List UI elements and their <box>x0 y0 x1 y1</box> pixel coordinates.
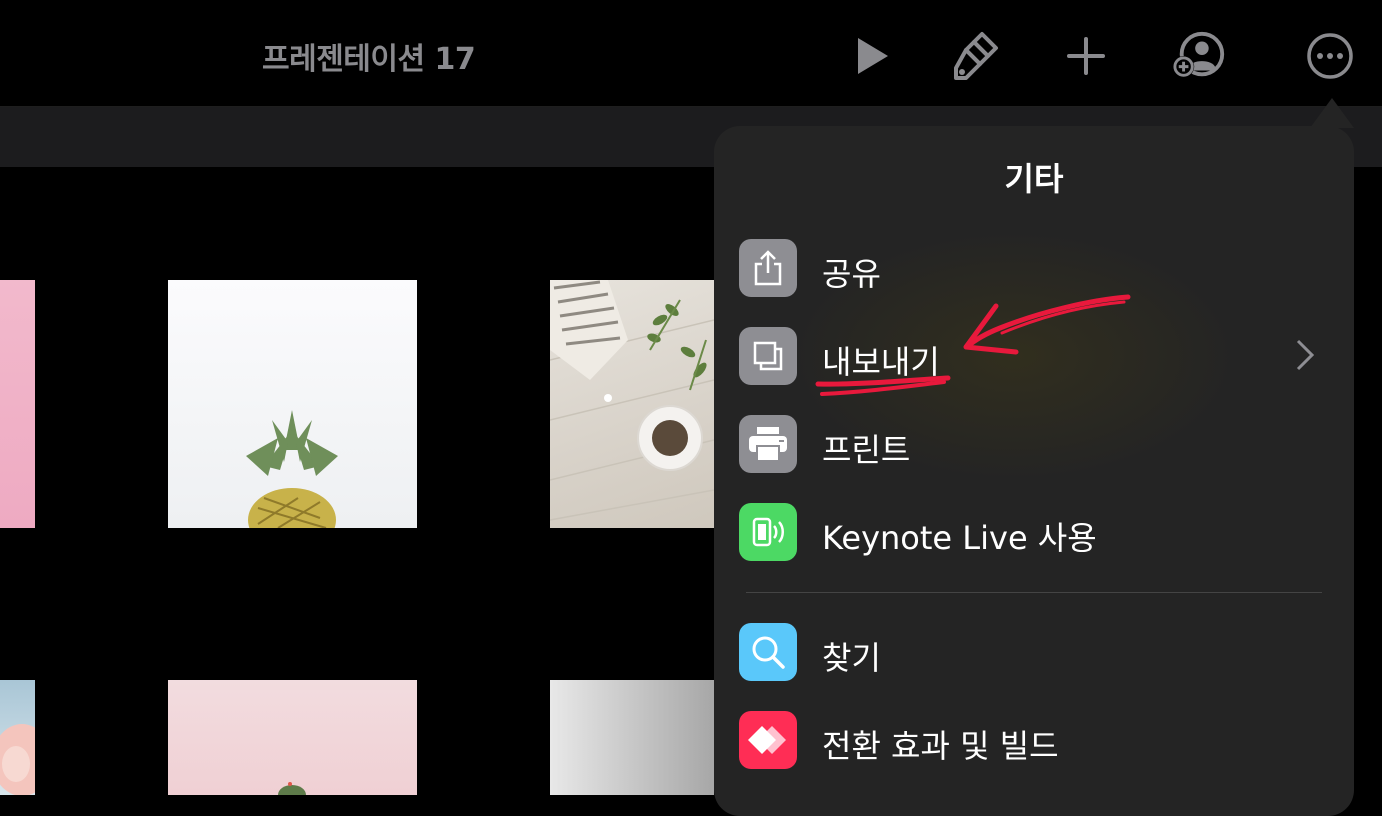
export-icon <box>739 327 797 385</box>
search-icon <box>739 623 797 681</box>
slide-thumbnail[interactable] <box>0 680 35 795</box>
transitions-icon <box>739 711 797 769</box>
menu-item-label: 공유 <box>822 255 881 293</box>
menu-item-share[interactable]: 공유 <box>739 236 1339 300</box>
share-icon <box>739 239 797 297</box>
flower-image <box>0 724 35 795</box>
cactus-image <box>278 782 306 795</box>
toolbar: 프레젠테이션 17 <box>0 0 1382 107</box>
document-title[interactable]: 프레젠테이션 17 <box>262 34 476 78</box>
menu-item-transitions[interactable]: 전환 효과 및 빌드 <box>739 708 1339 772</box>
menu-item-label: 프린트 <box>822 431 911 469</box>
menu-divider <box>746 592 1322 593</box>
more-icon <box>1307 33 1353 79</box>
play-button[interactable] <box>844 30 900 82</box>
popover-arrow <box>1310 98 1354 128</box>
menu-item-label: 내보내기 <box>822 343 940 381</box>
more-button[interactable] <box>1302 30 1358 82</box>
format-button[interactable] <box>948 30 1004 82</box>
menu-item-find[interactable]: 찾기 <box>739 620 1339 684</box>
chevron-right-icon <box>1296 339 1315 371</box>
menu-item-label: 찾기 <box>822 639 881 677</box>
slide-thumbnail[interactable] <box>550 280 714 528</box>
slide-thumbnail[interactable] <box>168 680 417 795</box>
slide-thumbnail[interactable] <box>168 280 417 528</box>
menu-item-keynote-live[interactable]: Keynote Live 사용 <box>739 500 1339 564</box>
menu-item-label: 전환 효과 및 빌드 <box>822 727 1059 765</box>
plus-icon <box>1067 37 1105 75</box>
collaborate-icon <box>1172 31 1225 78</box>
menu-item-export[interactable]: 내보내기 <box>739 324 1339 388</box>
menu-item-print[interactable]: 프린트 <box>739 412 1339 476</box>
keynote-live-icon <box>739 503 797 561</box>
printer-icon <box>739 415 797 473</box>
slide-thumbnail[interactable] <box>550 680 714 795</box>
add-button[interactable] <box>1058 30 1114 82</box>
more-popover: 기타 공유 내보내기 프린트 Keynote Live 사용 찾기 전환 효과 … <box>714 126 1354 816</box>
menu-item-label: Keynote Live 사용 <box>822 519 1097 557</box>
popover-title: 기타 <box>1004 160 1064 198</box>
slide-thumbnail[interactable] <box>0 280 35 528</box>
herbs-image <box>550 280 714 521</box>
pineapple-image <box>246 410 338 528</box>
collaborate-button[interactable] <box>1172 30 1228 82</box>
play-icon <box>858 38 888 74</box>
paintbrush-icon <box>954 32 998 80</box>
